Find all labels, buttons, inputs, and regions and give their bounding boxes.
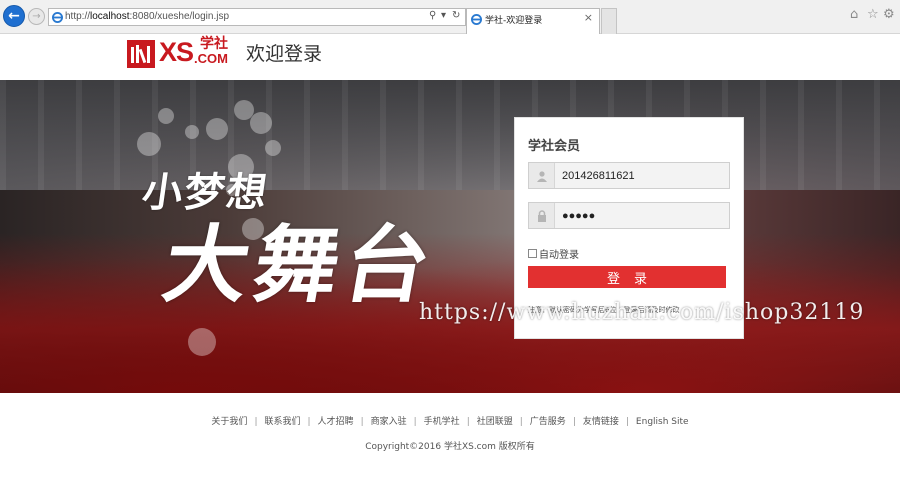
forward-button[interactable]: → (28, 8, 45, 25)
new-tab-button[interactable] (601, 8, 617, 34)
login-heading: 学社会员 (528, 139, 581, 154)
watermark-text: https://www.huzhan.com/ishop32119 (419, 300, 865, 325)
home-icon[interactable]: ⌂ (850, 7, 858, 22)
browser-chrome: ← → http://localhost:8080/xueshe/login.j… (0, 0, 900, 34)
tab-title: 学社-欢迎登录 (485, 16, 543, 26)
logo-text[interactable]: XS (159, 37, 194, 67)
slogan-small: 小梦想 (139, 169, 272, 216)
gear-icon[interactable]: ⚙ (883, 7, 895, 22)
user-icon (529, 163, 555, 188)
slogan-big: 大舞台 (156, 215, 444, 314)
hero-banner: 小梦想 大舞台 (0, 80, 900, 393)
decor-bubble (265, 140, 281, 156)
footer-link-friends[interactable]: 友情链接 (583, 414, 619, 427)
footer-link-mobile[interactable]: 手机学社 (424, 414, 460, 427)
site-header: XS 学社 .COM 欢迎登录 (0, 34, 900, 80)
page-title: 欢迎登录 (246, 43, 323, 65)
decor-bubble (188, 328, 216, 356)
footer-link-contact[interactable]: 联系我们 (264, 414, 300, 427)
ie-favicon-icon (471, 14, 482, 25)
lock-icon (529, 203, 555, 228)
arrow-right-icon: → (32, 11, 41, 22)
footer-link-ads[interactable]: 广告服务 (530, 414, 566, 427)
close-tab-icon[interactable]: × (584, 11, 593, 24)
footer-link-english[interactable]: English Site (636, 417, 689, 427)
favorites-star-icon[interactable]: ☆ (867, 7, 879, 22)
password-input[interactable] (556, 203, 729, 228)
checkbox-box[interactable] (528, 249, 537, 258)
remember-label: 自动登录 (539, 250, 579, 261)
logo-cn: 学社 (200, 36, 228, 52)
banner-ceiling (0, 80, 900, 190)
footer-link-clubs[interactable]: 社团联盟 (477, 414, 513, 427)
search-icon[interactable]: ⚲ (429, 10, 436, 21)
footer-separator: | (360, 417, 364, 427)
url-text: http://localhost:8080/xueshe/login.jsp (65, 11, 230, 22)
footer-link-merchants[interactable]: 商家入驻 (371, 414, 407, 427)
refresh-icon[interactable]: ↻ (452, 10, 460, 21)
footer-separator: | (466, 417, 470, 427)
footer-separator: | (254, 417, 258, 427)
arrow-left-icon: ← (8, 8, 20, 24)
decor-bubble (137, 132, 161, 156)
username-input[interactable] (556, 163, 729, 188)
footer-link-about[interactable]: 关于我们 (211, 414, 247, 427)
username-field[interactable] (528, 162, 730, 189)
footer-separator: | (413, 417, 417, 427)
address-bar[interactable]: http://localhost:8080/xueshe/login.jsp ⚲… (48, 8, 466, 26)
footer-separator: | (519, 417, 523, 427)
dropdown-icon[interactable]: ▾ (441, 10, 446, 21)
decor-bubble (158, 108, 174, 124)
decor-bubble (185, 125, 199, 139)
copyright: Copyright©2016 学社XS.com 版权所有 (365, 442, 535, 452)
decor-bubble (206, 118, 228, 140)
back-button[interactable]: ← (3, 5, 25, 27)
decor-bubble (250, 112, 272, 134)
tab-login[interactable]: 学社-欢迎登录 × (466, 8, 600, 34)
footer-separator: | (572, 417, 576, 427)
logo-books-icon[interactable] (127, 40, 155, 68)
footer-link-jobs[interactable]: 人才招聘 (318, 414, 354, 427)
login-button[interactable]: 登录 (528, 266, 726, 288)
footer-separator: | (625, 417, 629, 427)
footer-links: 关于我们 | 联系我们 | 人才招聘 | 商家入驻 | 手机学社 | 社团联盟 | 广告服务 | 友情链接 |… (0, 414, 900, 427)
ie-favicon-icon (52, 12, 63, 23)
password-field[interactable] (528, 202, 730, 229)
footer-separator: | (307, 417, 311, 427)
remember-checkbox[interactable]: 自动登录 (528, 246, 579, 261)
logo-com: .COM (194, 51, 228, 66)
